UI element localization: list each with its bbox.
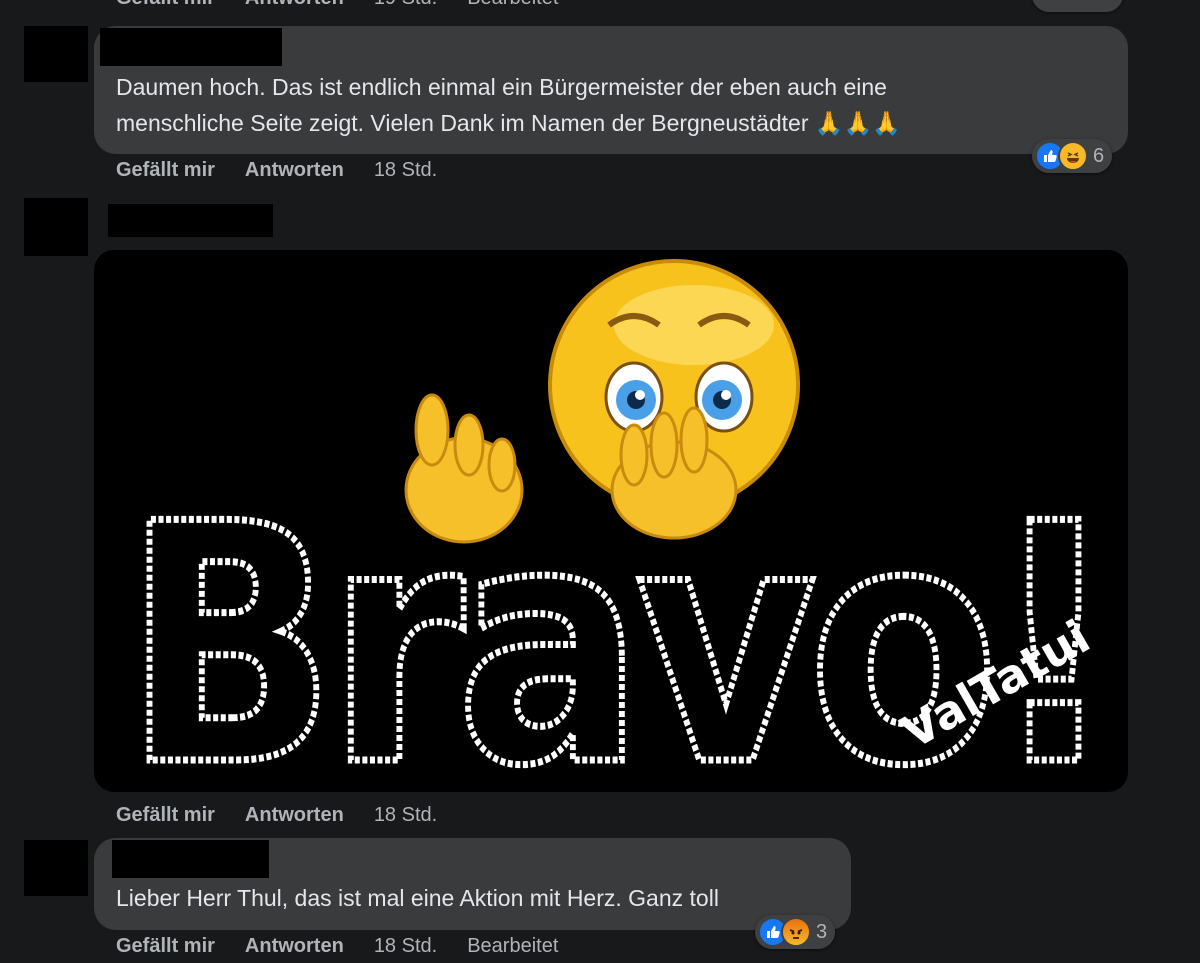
edited-label: Bearbeitet: [467, 0, 558, 10]
reaction-count: 6: [1093, 144, 1105, 167]
reaction-summary[interactable]: 6: [1032, 139, 1113, 173]
avatar[interactable]: [24, 198, 88, 256]
comment-1-actions: Gefällt mir Antworten 18 Std.: [116, 159, 467, 182]
timestamp[interactable]: 18 Std.: [374, 935, 437, 958]
author-name-redacted[interactable]: [100, 28, 282, 66]
author-name-redacted[interactable]: [112, 840, 269, 878]
avatar[interactable]: [24, 26, 88, 82]
reaction-summary-partial[interactable]: [1032, 0, 1123, 12]
edited-label: Bearbeitet: [467, 935, 559, 957]
bravo-gif-graphic: Bravo! ValTatui: [121, 259, 1123, 792]
angry-icon: [781, 917, 811, 947]
gif-bravo-text: Bravo!: [124, 454, 1109, 792]
comment-0-actions: Gefällt mir Antworten 19 Std. Bearbeitet: [116, 0, 588, 10]
timestamp[interactable]: 19 Std.: [374, 0, 437, 10]
like-button[interactable]: Gefällt mir: [116, 0, 215, 10]
reply-button[interactable]: Antworten: [245, 159, 344, 182]
timestamp[interactable]: 18 Std.: [374, 159, 437, 182]
reply-button[interactable]: Antworten: [245, 935, 344, 958]
reaction-summary[interactable]: 3: [755, 915, 836, 949]
like-button[interactable]: Gefällt mir: [116, 935, 215, 958]
comment-2-actions: Gefällt mir Antworten 18 Std.: [116, 804, 467, 827]
comment-text-line: menschliche Seite zeigt. Vielen Dank im …: [116, 110, 901, 136]
reaction-count: 3: [816, 920, 828, 943]
reply-button[interactable]: Antworten: [245, 804, 344, 827]
haha-icon: [1058, 141, 1088, 171]
timestamp[interactable]: 18 Std.: [374, 804, 437, 827]
comment-text-line: Daumen hoch. Das ist endlich einmal ein …: [116, 74, 887, 100]
gif-image[interactable]: Bravo! ValTatui: [94, 250, 1128, 792]
reply-button[interactable]: Antworten: [245, 0, 344, 10]
avatar[interactable]: [24, 840, 88, 896]
comment-3-actions: Gefällt mir Antworten 18 Std. Bearbeitet: [116, 935, 588, 958]
like-button[interactable]: Gefällt mir: [116, 159, 215, 182]
comment-text: Lieber Herr Thul, das ist mal eine Aktio…: [116, 885, 719, 911]
author-name-redacted[interactable]: [108, 204, 273, 237]
like-button[interactable]: Gefällt mir: [116, 804, 215, 827]
